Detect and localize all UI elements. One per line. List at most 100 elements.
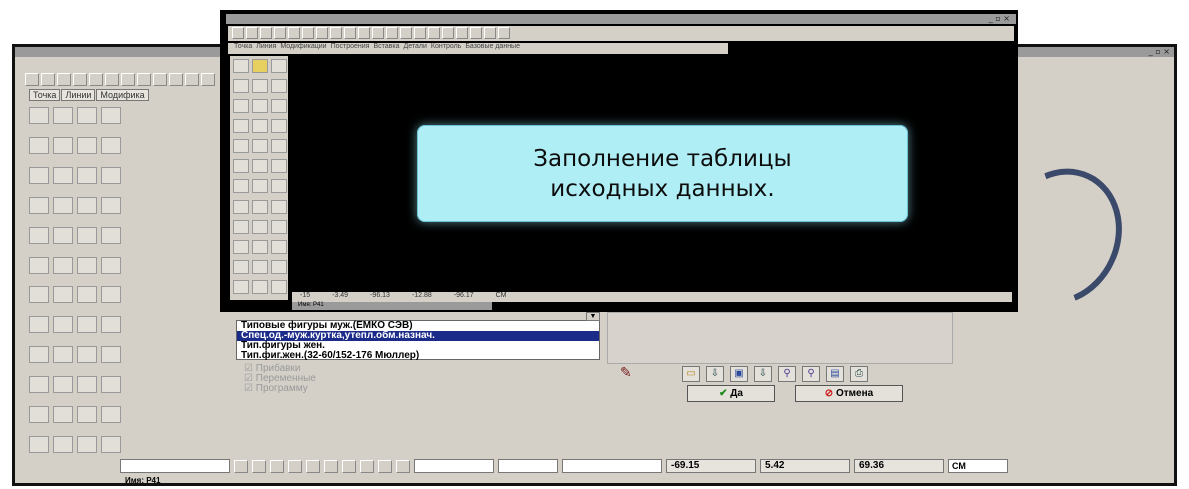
tool-button[interactable] [233,139,249,154]
tab[interactable]: Модификации [280,43,326,54]
tool-button[interactable] [53,107,73,124]
tool-button[interactable] [73,73,87,86]
tab-point[interactable]: Точка [29,89,61,101]
tool-button[interactable] [252,159,268,174]
tool-button[interactable] [53,406,73,424]
tool-button[interactable] [344,27,356,39]
yes-button[interactable]: ✔ Да [687,385,775,402]
tool-button[interactable] [400,27,412,39]
tool-button[interactable] [271,119,287,134]
tool-button[interactable] [233,79,249,94]
pencil-icon[interactable]: ✎ [620,364,632,381]
print-icon[interactable]: ⎙ [850,366,868,382]
tool-button[interactable] [386,27,398,39]
tool-button[interactable] [101,406,121,424]
tool-button[interactable] [29,316,49,334]
window-controls[interactable]: _ ▫ × [989,14,1010,23]
tool-button[interactable] [271,99,287,114]
tool-button[interactable] [101,286,121,304]
window-controls[interactable]: _ ▫ × [1149,47,1170,56]
tool-button[interactable] [288,459,302,473]
tool-button[interactable] [25,73,39,86]
tool-button[interactable] [306,459,320,473]
tool-button[interactable] [271,179,287,194]
zoom-out-icon[interactable]: ⚲ [802,366,820,382]
tool-button[interactable] [101,376,121,394]
cancel-button[interactable]: ⊘ Отмена [795,385,903,402]
tool-button[interactable] [233,199,249,214]
param-select-1[interactable] [414,459,494,473]
tool-button[interactable] [53,436,73,454]
name-field[interactable] [120,459,230,473]
tool-button[interactable] [101,226,121,244]
tool-button[interactable] [77,196,97,214]
tool-button[interactable] [271,279,287,294]
param-select-3[interactable] [562,459,662,473]
tool-button[interactable] [53,226,73,244]
tool-button[interactable] [428,27,440,39]
tool-button[interactable] [271,219,287,234]
tool-button[interactable] [29,286,49,304]
tool-button[interactable] [252,239,268,254]
tool-button[interactable] [271,239,287,254]
tool-button[interactable] [101,196,121,214]
tab[interactable]: Точка [234,43,252,54]
tool-button[interactable] [372,27,384,39]
tool-button[interactable] [53,376,73,394]
checkbox-program[interactable]: Программу [244,384,316,394]
tool-button[interactable] [101,256,121,274]
tool-button[interactable] [233,59,249,73]
tab[interactable]: Линия [256,43,276,54]
tool-button[interactable] [53,286,73,304]
tool-button[interactable] [396,459,410,473]
tool-button[interactable] [414,27,426,39]
tool-button[interactable] [274,27,286,39]
tab-modify[interactable]: Модифика [96,89,149,101]
param-select-2[interactable] [498,459,558,473]
tool-button[interactable] [29,406,49,424]
tool-button[interactable] [101,166,121,184]
tool-button[interactable] [233,119,249,134]
tool-button[interactable] [234,459,248,473]
export-icon[interactable]: ⇩ [754,366,772,382]
tool-button[interactable] [53,346,73,364]
tool-button[interactable] [29,226,49,244]
tool-button[interactable] [324,459,338,473]
tool-button[interactable] [271,199,287,214]
tool-button[interactable] [302,27,314,39]
tool-button[interactable] [252,459,266,473]
tool-button[interactable] [77,166,97,184]
tab-lines[interactable]: Линии [61,89,96,101]
tool-button[interactable] [29,107,49,124]
tab[interactable]: Вставка [373,43,399,54]
tool-button[interactable] [288,27,300,39]
tool-button[interactable] [252,179,268,194]
download-icon[interactable]: ⇩ [706,366,724,382]
tool-button[interactable] [77,316,97,334]
tool-button[interactable] [29,256,49,274]
open-folder-icon[interactable]: ▭ [682,366,700,382]
tool-button[interactable] [137,73,151,86]
tool-button[interactable] [101,346,121,364]
tool-button[interactable] [246,27,258,39]
tool-button[interactable] [271,139,287,154]
tool-button[interactable] [252,259,268,274]
tool-button[interactable] [260,27,272,39]
tool-button[interactable] [77,376,97,394]
tab[interactable]: Базовые данные [465,43,520,54]
tool-button[interactable] [360,459,374,473]
tool-button[interactable] [77,136,97,154]
tool-button[interactable] [252,79,268,94]
tool-button[interactable] [252,219,268,234]
tool-button[interactable] [252,139,268,154]
tool-button[interactable] [442,27,454,39]
tool-button[interactable] [77,256,97,274]
tool-button[interactable] [77,406,97,424]
tool-button[interactable] [101,436,121,454]
tool-button[interactable] [29,196,49,214]
tool-button[interactable] [41,73,55,86]
tool-button[interactable] [270,459,284,473]
tool-button[interactable] [169,73,183,86]
tab[interactable]: Построения [331,43,370,54]
tool-button[interactable] [89,73,103,86]
